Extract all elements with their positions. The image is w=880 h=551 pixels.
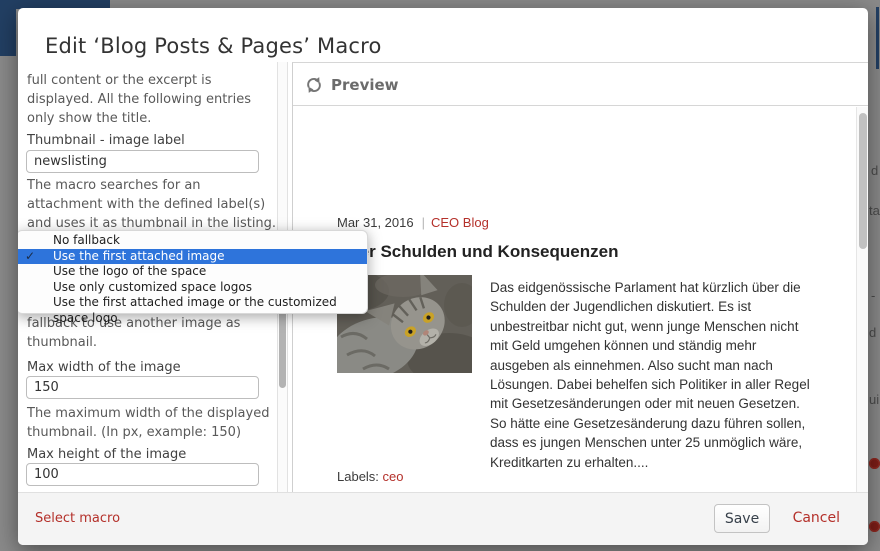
fallback-image-dropdown-menu: No fallback ✓ Use the first attached ima…	[18, 230, 368, 314]
checkmark-icon: ✓	[25, 249, 45, 265]
dropdown-option-space-logo[interactable]: Use the logo of the space	[18, 264, 367, 280]
preview-scrollbar-thumb[interactable]	[859, 113, 867, 249]
dropdown-option-label: Use only customized space logos	[53, 280, 252, 294]
dropdown-option-no-fallback[interactable]: No fallback	[18, 233, 367, 249]
cancel-link[interactable]: Cancel	[793, 510, 840, 526]
max-width-help-text: The maximum width of the displayed thumb…	[27, 404, 277, 442]
background-red-glyph	[869, 458, 880, 469]
post-date: Mar 31, 2016	[337, 215, 414, 230]
dialog-footer: Select macro Save Cancel	[18, 492, 868, 545]
thumbnail-help-text: The macro searches for an attachment wit…	[27, 176, 277, 233]
background-text-fragment: d	[871, 163, 878, 178]
background-text-fragment: -	[871, 288, 875, 303]
blog-link[interactable]: CEO Blog	[431, 215, 489, 230]
dropdown-option-label: Use the logo of the space	[53, 264, 206, 278]
preview-content: Mar 31, 2016|CEO Blog Über Schulden und …	[293, 107, 856, 492]
refresh-icon[interactable]	[305, 76, 323, 94]
edit-macro-dialog: Edit ‘Blog Posts & Pages’ Macro full con…	[18, 8, 868, 545]
post-meta-row: Mar 31, 2016|CEO Blog	[337, 215, 489, 230]
max-height-input[interactable]	[26, 463, 259, 486]
post-body-text: Das eidgenössische Parlament hat kürzlic…	[490, 278, 856, 472]
thumbnail-label: Thumbnail - image label	[27, 133, 185, 148]
page-title: Edit ‘Blog Posts & Pages’ Macro	[45, 34, 382, 58]
dropdown-option-first-attached-or-space-logo[interactable]: Use the first attached image or the cust…	[18, 295, 367, 311]
preview-title: Preview	[331, 76, 399, 94]
post-labels-row: Labels: ceo	[337, 469, 404, 484]
background-red-glyph	[869, 521, 880, 532]
background-header-edge	[876, 7, 879, 69]
background-header-bar-left	[0, 0, 16, 56]
preview-scrollbar[interactable]	[856, 107, 868, 492]
dialog-body: full content or the excerpt is displayed…	[18, 62, 868, 492]
left-panel-scrollbar-thumb[interactable]	[279, 308, 286, 388]
intro-help-text: full content or the excerpt is displayed…	[27, 71, 277, 128]
thumbnail-label-input[interactable]	[26, 150, 259, 173]
dialog-header: Edit ‘Blog Posts & Pages’ Macro	[18, 8, 868, 62]
max-width-label: Max width of the image	[27, 360, 181, 375]
dropdown-option-first-attached-image[interactable]: ✓ Use the first attached image	[18, 249, 367, 265]
background-text-fragment: ui	[869, 392, 879, 407]
save-button[interactable]: Save	[714, 504, 770, 533]
dropdown-option-label: No fallback	[53, 233, 120, 247]
meta-separator: |	[414, 215, 431, 230]
select-macro-link[interactable]: Select macro	[35, 511, 120, 526]
background-text-fragment: ta	[869, 203, 880, 218]
dropdown-option-customized-space-logos[interactable]: Use only customized space logos	[18, 280, 367, 296]
preview-header: Preview	[293, 63, 868, 106]
background-text-fragment: d	[869, 325, 876, 340]
preview-panel: Preview Mar 31, 2016|CEO Blog Über Schul…	[292, 62, 868, 492]
labels-caption: Labels:	[337, 469, 379, 484]
dropdown-option-label: Use the first attached image	[53, 249, 225, 263]
max-width-input[interactable]	[26, 376, 259, 399]
max-height-label: Max height of the image	[27, 447, 186, 462]
post-title-link[interactable]: Über Schulden und Konsequenzen	[337, 242, 618, 262]
label-link[interactable]: ceo	[383, 469, 404, 484]
